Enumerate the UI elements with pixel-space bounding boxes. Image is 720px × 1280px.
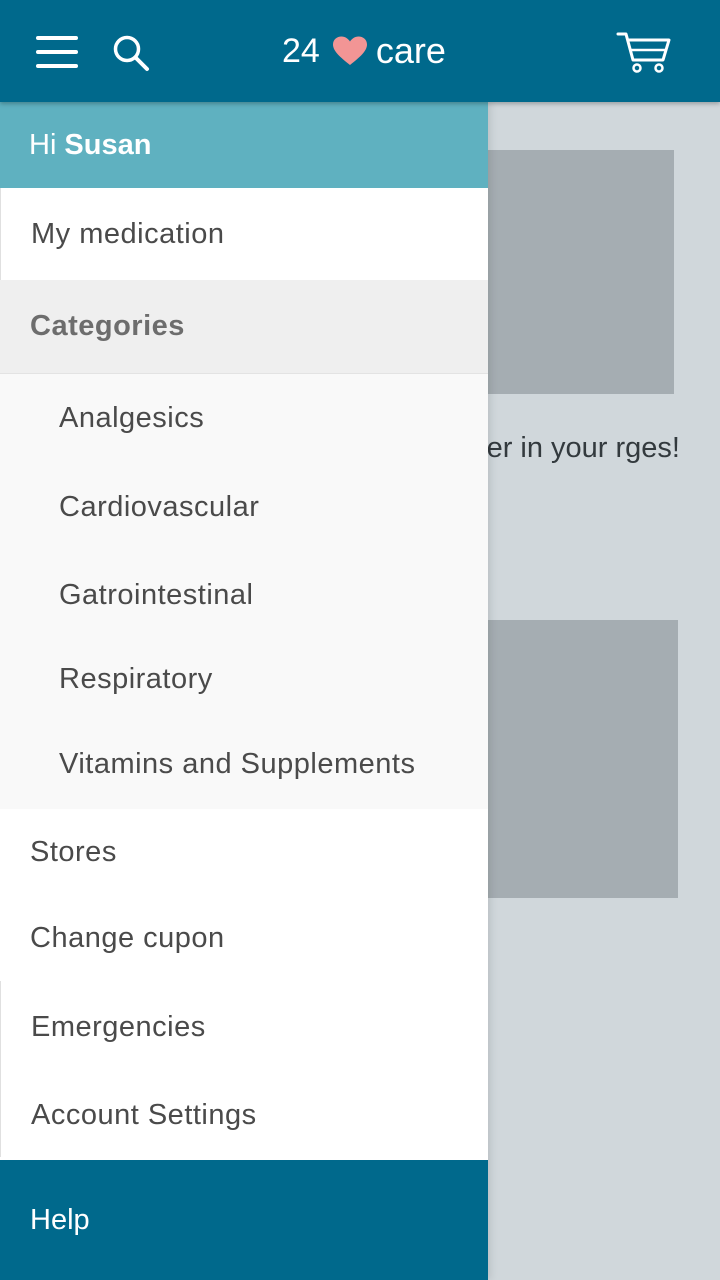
logo-number: 24 <box>282 31 320 70</box>
user-greeting: Hi Susan <box>0 102 488 188</box>
category-cardiovascular[interactable]: Cardiovascular <box>0 463 488 552</box>
app-logo[interactable]: 24 care <box>282 28 446 74</box>
categories-list: Analgesics Cardiovascular Gatrointestina… <box>0 374 488 809</box>
category-gastrointestinal[interactable]: Gatrointestinal <box>0 552 488 638</box>
cart-icon-glyph <box>616 32 671 73</box>
menu-item-label: Account Settings <box>31 1098 257 1131</box>
category-label: Gatrointestinal <box>59 578 254 611</box>
menu-bar-bottom <box>36 64 78 68</box>
menu-bar-middle <box>36 50 78 54</box>
category-vitamins[interactable]: Vitamins and Supplements <box>0 720 488 809</box>
category-label: Cardiovascular <box>59 491 260 523</box>
menu-item-my-medication[interactable]: My medication <box>0 188 488 280</box>
navigation-drawer: Hi Susan My medication Categories Analge… <box>0 102 488 1280</box>
menu-item-label: My medication <box>31 217 225 250</box>
menu-item-emergencies[interactable]: Emergencies <box>0 981 488 1073</box>
greeting-prefix: Hi <box>29 128 57 161</box>
category-analgesics[interactable]: Analgesics <box>0 374 488 463</box>
menu-item-label: Emergencies <box>31 1010 206 1043</box>
search-icon[interactable] <box>112 34 150 72</box>
category-respiratory[interactable]: Respiratory <box>0 638 488 720</box>
menu-item-label: Stores <box>30 835 117 868</box>
menu-item-change-coupon[interactable]: Change cupon <box>0 895 488 981</box>
help-button[interactable]: Help <box>0 1160 488 1280</box>
category-label: Analgesics <box>59 402 205 434</box>
logo-word: care <box>375 30 446 71</box>
menu-item-categories[interactable]: Categories <box>0 280 488 374</box>
cart-icon[interactable] <box>616 30 672 74</box>
user-name: Susan <box>64 128 152 161</box>
menu-item-stores[interactable]: Stores <box>0 809 488 895</box>
help-label: Help <box>30 1203 90 1236</box>
menu-bar-top <box>36 36 78 40</box>
menu-item-account-settings[interactable]: Account Settings <box>0 1073 488 1157</box>
menu-item-label: Change cupon <box>30 921 225 954</box>
search-icon-glyph <box>113 35 149 71</box>
menu-icon[interactable] <box>36 36 78 68</box>
app-header: 24 care <box>0 0 720 102</box>
menu-item-label: Categories <box>30 310 185 342</box>
heart-icon <box>332 36 367 65</box>
category-label: Vitamins and Supplements <box>59 748 416 780</box>
category-label: Respiratory <box>59 662 213 695</box>
